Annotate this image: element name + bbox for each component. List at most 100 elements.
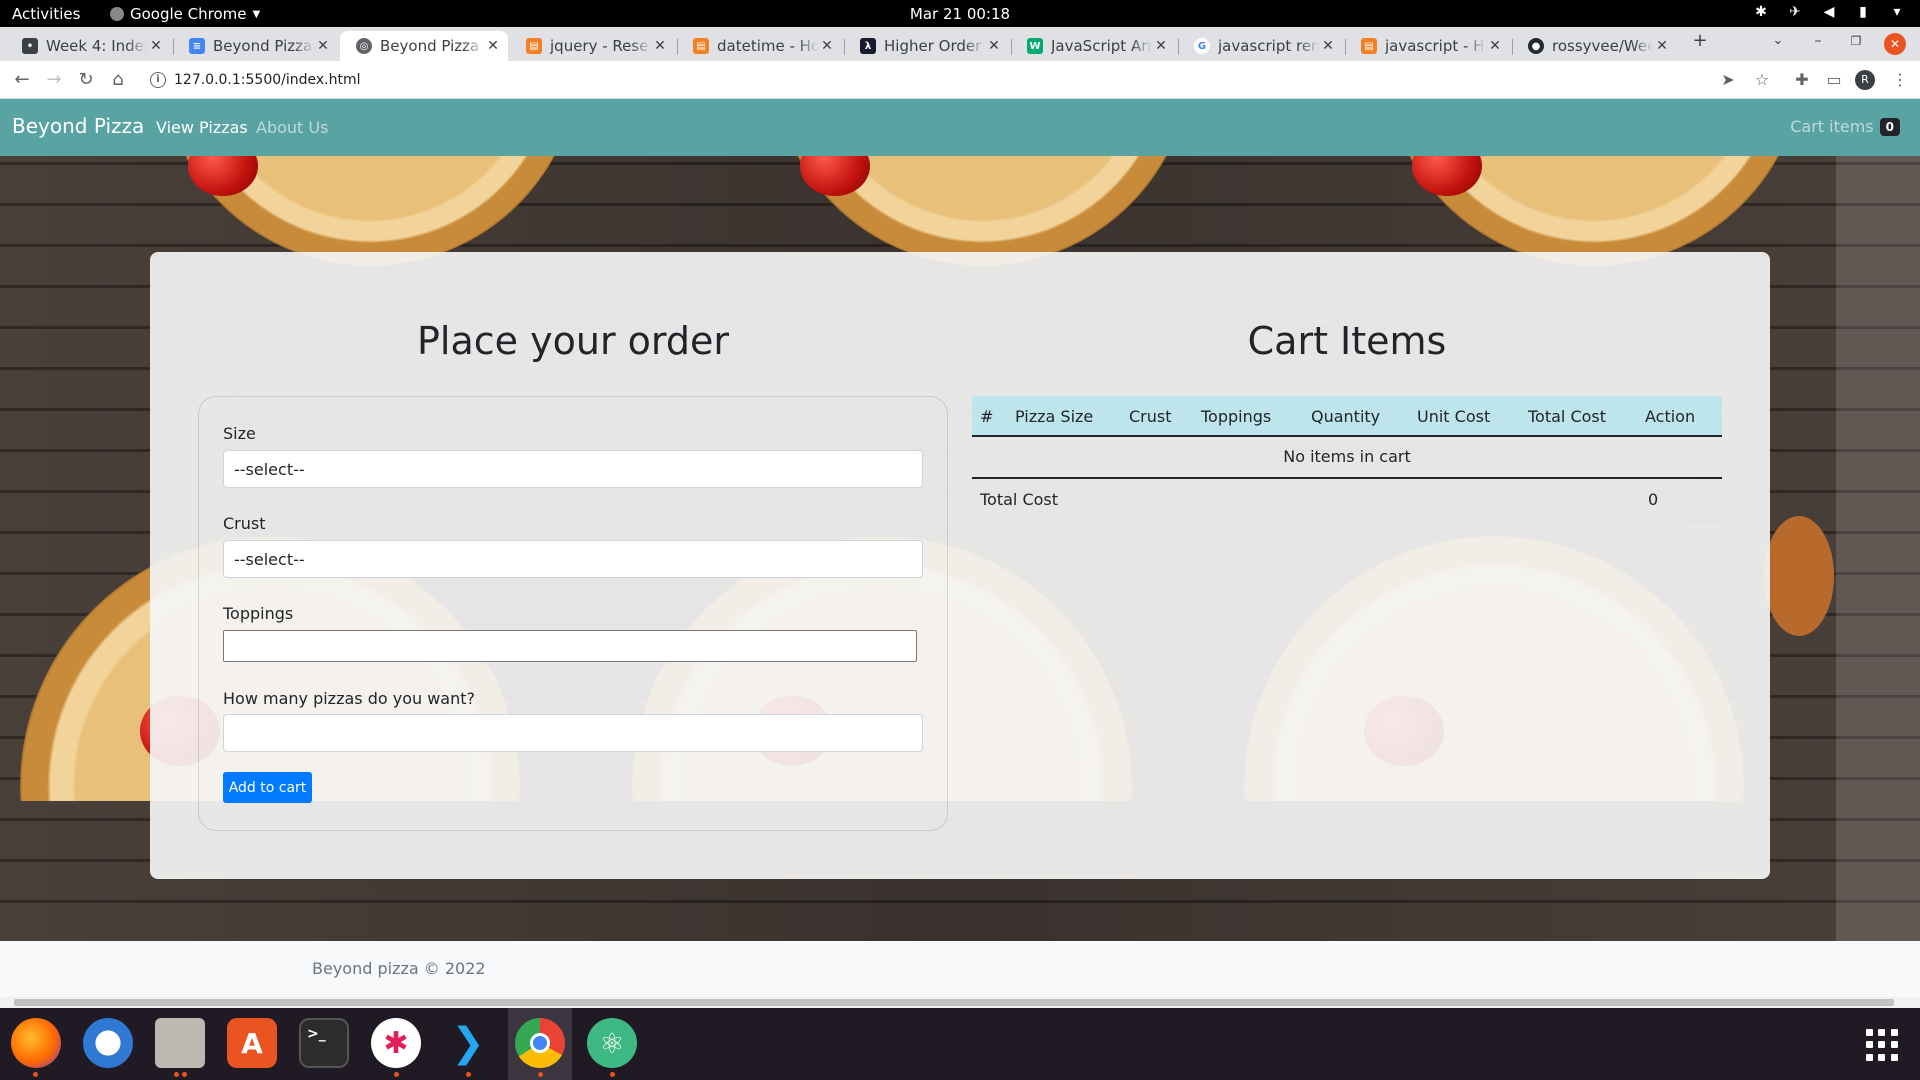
airplane-icon[interactable]: ✈: [1786, 3, 1804, 21]
tab-favicon-icon: •: [22, 38, 38, 54]
col-crust: Crust: [1129, 407, 1172, 426]
address-bar[interactable]: i 127.0.0.1:5500/index.html: [140, 65, 1760, 95]
size-select[interactable]: --select--: [223, 450, 923, 488]
minimize-icon[interactable]: –: [1806, 29, 1830, 53]
activities-button[interactable]: Activities: [12, 5, 80, 23]
vscode-icon[interactable]: ❯: [443, 1018, 493, 1068]
browser-tab[interactable]: ▤ datetime - How to ✕: [677, 31, 842, 61]
browser-tab-active[interactable]: ◎ Beyond Pizza ✕: [340, 31, 508, 61]
globe-icon: ◎: [356, 38, 372, 54]
info-icon[interactable]: i: [150, 72, 166, 88]
horizontal-scrollbar[interactable]: [0, 997, 1920, 1008]
tab-close-icon[interactable]: ✕: [484, 38, 502, 54]
volume-icon[interactable]: ◀: [1820, 3, 1838, 21]
col-action: Action: [1645, 407, 1696, 426]
tab-title: Beyond Pizza: [380, 37, 480, 55]
tab-title: rossyvee/Week4: [1552, 37, 1653, 55]
crust-select[interactable]: --select--: [223, 540, 923, 578]
tab-strip: • Week 4: Independent Project ✕ ≡ Beyond…: [0, 27, 1920, 61]
slack-tray-icon[interactable]: ✱: [1752, 3, 1770, 21]
tab-close-icon[interactable]: ✕: [651, 38, 669, 54]
kebab-menu-icon[interactable]: ⋮: [1888, 68, 1912, 92]
chrome-small-icon: [110, 7, 124, 21]
toppings-input[interactable]: [223, 630, 917, 662]
tab-title: javascript - How to: [1385, 37, 1486, 55]
tab-title: Higher Order Functions: [884, 37, 985, 55]
home-icon[interactable]: ⌂: [106, 68, 130, 92]
app-menu[interactable]: Google Chrome ▼: [110, 5, 260, 23]
cart-table-header: # Pizza Size Crust Toppings Quantity Uni…: [972, 396, 1722, 437]
app-grid-icon[interactable]: [1866, 1029, 1898, 1061]
app-menu-label: Google Chrome: [130, 5, 247, 23]
tab-close-icon[interactable]: ✕: [1319, 38, 1337, 54]
slack-icon[interactable]: ✱: [371, 1018, 421, 1068]
nav-about-us[interactable]: About Us: [256, 118, 328, 137]
firefox-icon[interactable]: [11, 1018, 61, 1068]
browser-tab[interactable]: λ Higher Order Functions ✕: [844, 31, 1009, 61]
tab-title: datetime - How to: [717, 37, 818, 55]
thunderbird-icon[interactable]: [83, 1018, 133, 1068]
new-tab-icon[interactable]: +: [1688, 29, 1712, 53]
tab-title: JavaScript Array: [1051, 37, 1152, 55]
profile-avatar[interactable]: R: [1855, 70, 1875, 90]
tab-close-icon[interactable]: ✕: [314, 38, 332, 54]
files-icon[interactable]: [155, 1018, 205, 1068]
site-brand[interactable]: Beyond Pizza: [12, 114, 144, 138]
tab-title: Week 4: Independent Project: [46, 37, 147, 55]
send-tab-icon[interactable]: ➤: [1716, 68, 1740, 92]
tab-close-icon[interactable]: ✕: [985, 38, 1003, 54]
quantity-input[interactable]: [223, 714, 923, 752]
close-window-icon[interactable]: ✕: [1884, 33, 1906, 55]
lambda-icon: λ: [860, 38, 876, 54]
col-quantity: Quantity: [1311, 407, 1381, 426]
col-toppings: Toppings: [1201, 407, 1272, 426]
browser-tab[interactable]: G javascript remove ✕: [1178, 31, 1343, 61]
size-select-value: --select--: [234, 459, 305, 479]
back-arrow-icon[interactable]: ←: [10, 68, 34, 92]
tab-close-icon[interactable]: ✕: [147, 38, 165, 54]
footer-copyright: Beyond pizza © 2022: [312, 959, 486, 978]
browser-tab[interactable]: ▤ javascript - How to ✕: [1345, 31, 1510, 61]
reload-icon[interactable]: ↻: [74, 68, 98, 92]
browser-tab[interactable]: ● rossyvee/Week4 ✕: [1512, 31, 1677, 61]
quantity-label: How many pizzas do you want?: [223, 689, 476, 708]
clock[interactable]: Mar 21 00:18: [910, 5, 1010, 23]
nav-view-pizzas[interactable]: View Pizzas: [156, 118, 248, 137]
browser-tab[interactable]: ≡ Beyond Pizza - Google Docs ✕: [173, 31, 338, 61]
browser-tab[interactable]: ▤ jquery - Reset select ✕: [510, 31, 675, 61]
dock: A >_ ✱ ❯ ⚛: [0, 1008, 1920, 1080]
stackoverflow-icon: ▤: [526, 38, 542, 54]
cart-heading: Cart Items: [1247, 319, 1447, 363]
power-menu-icon[interactable]: ▾: [1888, 3, 1906, 21]
battery-icon[interactable]: ▮: [1854, 3, 1872, 21]
toppings-label: Toppings: [223, 604, 294, 623]
tab-title: javascript remove: [1218, 37, 1319, 55]
system-tray[interactable]: ✱ ✈ ◀ ▮ ▾: [1752, 3, 1906, 21]
tab-search-icon[interactable]: ⌄: [1766, 29, 1790, 53]
bookmark-star-icon[interactable]: ☆: [1750, 68, 1774, 92]
col-unit-cost: Unit Cost: [1417, 407, 1491, 426]
nav-cart-items[interactable]: Cart items 0: [1790, 117, 1900, 136]
tab-title: jquery - Reset select: [550, 37, 651, 55]
software-icon[interactable]: A: [227, 1018, 277, 1068]
stackoverflow-icon: ▤: [1361, 38, 1377, 54]
forward-arrow-icon[interactable]: →: [42, 68, 66, 92]
add-to-cart-button[interactable]: Add to cart: [223, 772, 312, 803]
tab-close-icon[interactable]: ✕: [818, 38, 836, 54]
browser-tab[interactable]: W JavaScript Array ✕: [1011, 31, 1176, 61]
cart-items-label: Cart items: [1790, 117, 1874, 136]
chrome-icon[interactable]: [515, 1018, 565, 1068]
restore-icon[interactable]: ❐: [1844, 29, 1868, 53]
crust-select-value: --select--: [234, 549, 305, 569]
tab-close-icon[interactable]: ✕: [1486, 38, 1504, 54]
cast-icon[interactable]: ▭: [1822, 68, 1846, 92]
tab-close-icon[interactable]: ✕: [1152, 38, 1170, 54]
extensions-icon[interactable]: ✚: [1790, 68, 1814, 92]
atom-icon[interactable]: ⚛: [587, 1018, 637, 1068]
github-icon: ●: [1528, 38, 1544, 54]
browser-tab[interactable]: • Week 4: Independent Project ✕: [6, 31, 171, 61]
tab-close-icon[interactable]: ✕: [1653, 38, 1671, 54]
terminal-icon[interactable]: >_: [299, 1018, 349, 1068]
scrollbar-thumb[interactable]: [14, 999, 1894, 1006]
total-cost-label: Total Cost: [980, 490, 1059, 509]
